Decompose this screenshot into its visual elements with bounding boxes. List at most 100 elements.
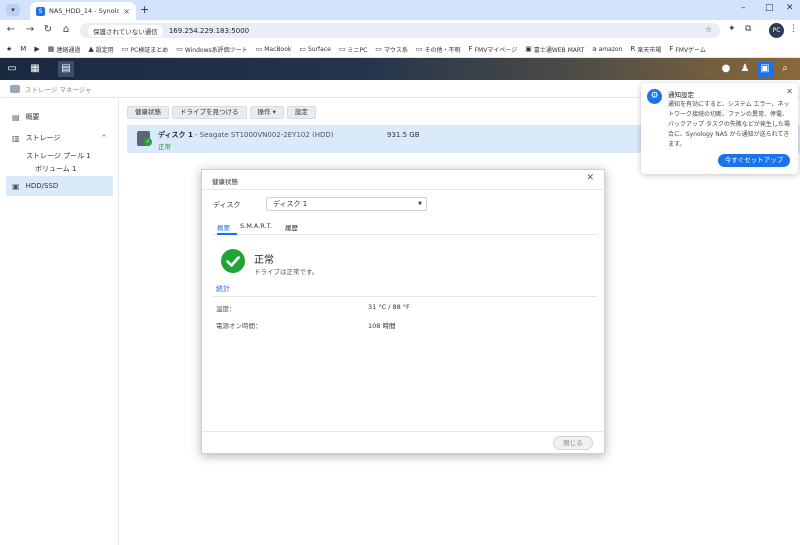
bookmark-item[interactable]: ▭ マウス系 <box>375 45 408 54</box>
insecure-badge[interactable]: 保護されていない通信 <box>88 24 163 37</box>
settings-gear-icon: ⚙ <box>647 89 662 104</box>
bookmark-item[interactable]: ★ <box>6 45 12 53</box>
bookmark-label: PC検証まとめ <box>130 46 169 54</box>
notification-title: 通知設定 <box>668 91 694 99</box>
home-icon[interactable]: ⌂ <box>60 24 72 35</box>
bookmark-item[interactable]: ▭ Windows系評価ツート <box>176 45 247 54</box>
window-title: ストレージ マネージャ <box>25 85 92 94</box>
bookmark-item[interactable]: ▭ その他・不明 <box>416 45 461 54</box>
tab-overview[interactable]: 概要 <box>217 222 230 232</box>
bookmark-item[interactable]: ▭ Surface <box>299 45 330 53</box>
disk-model: - Seagate ST1000VN002-2EY102 (HDD) <box>192 131 334 139</box>
close-window-icon[interactable]: ✕ <box>786 3 794 13</box>
maximize-icon[interactable]: □ <box>765 3 774 13</box>
bookmark-item[interactable]: ▭ PC検証まとめ <box>122 45 168 54</box>
bookmark-item[interactable]: ▲ 設定用 <box>88 45 113 54</box>
health-button[interactable]: 健康状態 <box>127 106 169 119</box>
profile-avatar[interactable]: PC <box>769 23 784 38</box>
bookmark-icon: ▭ <box>338 45 346 53</box>
address-bar[interactable]: 保護されていない通信 169.254.229.183:5000 ☆ <box>80 23 720 38</box>
operation-dropdown[interactable]: 操作 ▾ <box>249 106 284 119</box>
bookmark-label: ミニPC <box>347 46 368 54</box>
user-icon[interactable]: ♟ <box>737 61 753 77</box>
statistics-heading: 統計 <box>216 285 230 293</box>
setup-now-button[interactable]: 今すぐセットアップ <box>718 154 790 167</box>
tab-close-button[interactable]: × <box>123 7 130 16</box>
url-text[interactable]: 169.254.229.183:5000 <box>169 27 249 35</box>
bookmark-icon: ▶ <box>34 45 40 53</box>
storage-icon: ▥ <box>12 133 20 143</box>
tab-list-button[interactable]: ▾ <box>6 4 20 16</box>
bookmark-label: 連絡通過 <box>56 46 81 54</box>
chat-icon[interactable]: ● <box>718 61 734 77</box>
bookmark-item[interactable]: ▭ MacBook <box>256 45 292 53</box>
bookmark-item[interactable]: M <box>20 45 26 53</box>
storage-manager-taskbar-icon[interactable]: ▤ <box>58 61 74 77</box>
bookmark-item[interactable]: ▭ ミニPC <box>339 45 367 54</box>
health-status-description: ドライブは正常です。 <box>254 268 319 276</box>
disk-name: ディスク 1 - Seagate ST1000VN002-2EY102 (HDD… <box>158 131 334 139</box>
bookmark-icon: ▭ <box>176 45 183 53</box>
bookmark-item[interactable]: a amazon <box>592 45 622 53</box>
dialog-tabs: 概要 S.M.A.R.T. 履歴 <box>213 220 597 235</box>
sidebar-item-overview[interactable]: ▤ 概要 <box>6 107 113 127</box>
sidebar-item-storage-pool[interactable]: ストレージ プール 1 <box>26 151 91 161</box>
temperature-label: 温度： <box>216 305 236 313</box>
forward-icon[interactable]: → <box>24 24 36 35</box>
healthy-check-icon <box>221 249 245 273</box>
tab-history[interactable]: 履歴 <box>285 222 298 232</box>
dsm-show-desktop-icon[interactable]: ▭ <box>4 61 20 77</box>
dialog-close-icon[interactable]: ✕ <box>586 173 594 183</box>
bookmark-item[interactable]: F FMVゲーム <box>669 45 706 54</box>
browser-tab[interactable]: S NAS_HDD_14 - Synology NAS × <box>30 2 136 20</box>
dialog-title: 健康状態 <box>212 178 238 186</box>
notification-close-button[interactable]: ✕ <box>786 87 793 96</box>
extensions-puzzle-icon[interactable]: ⧉ <box>745 24 751 34</box>
menu-dots-icon[interactable]: ⋮ <box>789 24 798 34</box>
find-drive-button[interactable]: ドライブを見つける <box>172 106 247 119</box>
dsm-taskbar: ▭ ▦ ▤ ● ♟ ▣ ⌕ <box>0 58 800 80</box>
bookmark-icon: ▭ <box>415 45 423 53</box>
bookmark-icon: ▲ <box>88 45 94 53</box>
sidebar-item-storage[interactable]: ▥ ストレージ ^ <box>6 128 113 148</box>
bookmark-label: 富士通WEB MART <box>533 46 585 54</box>
reload-icon[interactable]: ↻ <box>42 24 54 35</box>
bookmark-icon: ▭ <box>375 45 382 53</box>
close-button[interactable]: 閉じる <box>553 436 593 450</box>
bookmark-label: amazon <box>598 45 623 53</box>
back-icon[interactable]: ← <box>5 24 17 35</box>
bookmark-label: FMVゲーム <box>675 46 706 54</box>
main-menu-icon[interactable]: ▦ <box>27 61 43 77</box>
search-icon[interactable]: ⌕ <box>777 61 793 77</box>
bookmark-icon: ▭ <box>121 45 129 53</box>
extension-icon[interactable]: ✦ <box>728 24 736 34</box>
bookmarks-bar: ★ M ▶ ▦ 連絡通過 ▲ 設定用 ▭ PC検証まとめ ▭ Windows系評価ツート ▭ MacBo… <box>0 41 800 58</box>
disk-select[interactable]: ディスク 1 ▼ <box>266 197 427 211</box>
sidebar: ▤ 概要 ▥ ストレージ ^ ストレージ プール 1 ボリューム 1 ▣ HDD… <box>0 98 119 545</box>
bookmark-item[interactable]: ▦ 連絡通過 <box>48 45 81 54</box>
bookmark-item[interactable]: F FMVマイページ <box>469 45 518 54</box>
new-tab-button[interactable]: + <box>140 3 149 16</box>
bookmark-label: MacBook <box>264 45 292 53</box>
bookmark-label: マウス系 <box>383 46 408 54</box>
chevron-up-icon[interactable]: ^ <box>101 134 107 142</box>
minimize-icon[interactable]: – <box>741 3 746 13</box>
divider <box>202 431 606 432</box>
health-status: 正常 <box>254 255 274 266</box>
sidebar-item-volume[interactable]: ボリューム 1 <box>35 164 76 174</box>
bookmark-label: その他・不明 <box>424 46 461 54</box>
bookmark-label: Surface <box>307 45 331 53</box>
settings-button[interactable]: 設定 <box>286 106 316 119</box>
health-dialog: 健康状態 ✕ ディスク ディスク 1 ▼ 概要 S.M.A.R.T. 履歴 正常… <box>201 169 606 454</box>
widgets-icon[interactable]: ▣ <box>757 61 773 77</box>
bookmark-item[interactable]: ▶ <box>34 45 39 53</box>
overview-icon: ▤ <box>12 112 20 122</box>
bookmark-item[interactable]: R 楽天市場 <box>630 45 661 54</box>
bookmark-icon: ▦ <box>47 45 55 53</box>
sidebar-item-hdd-ssd[interactable]: ▣ HDD/SSD <box>6 176 113 196</box>
divider <box>202 189 606 190</box>
disk-select-label: ディスク <box>213 201 241 209</box>
tab-smart[interactable]: S.M.A.R.T. <box>240 222 272 230</box>
bookmark-star-icon[interactable]: ☆ <box>705 25 712 34</box>
bookmark-item[interactable]: ▣ 富士通WEB MART <box>525 45 584 54</box>
